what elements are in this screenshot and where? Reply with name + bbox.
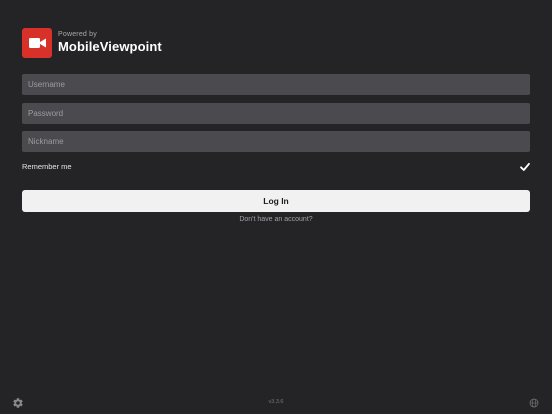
- powered-by-label: Powered by: [58, 31, 97, 38]
- nickname-input[interactable]: [22, 131, 530, 152]
- globe-icon[interactable]: [529, 398, 539, 408]
- app-logo: [22, 28, 52, 58]
- password-input[interactable]: [22, 103, 530, 124]
- app-version: v3.3.6: [268, 399, 284, 405]
- brand-name: MobileViewpoint: [58, 39, 162, 54]
- login-button[interactable]: Log In: [22, 190, 530, 212]
- username-input[interactable]: [22, 74, 530, 95]
- signup-link[interactable]: Don't have an account?: [0, 216, 552, 223]
- video-camera-icon: [29, 38, 46, 48]
- remember-me-label: Remember me: [22, 162, 72, 171]
- remember-me-checkmark-icon[interactable]: [519, 161, 531, 173]
